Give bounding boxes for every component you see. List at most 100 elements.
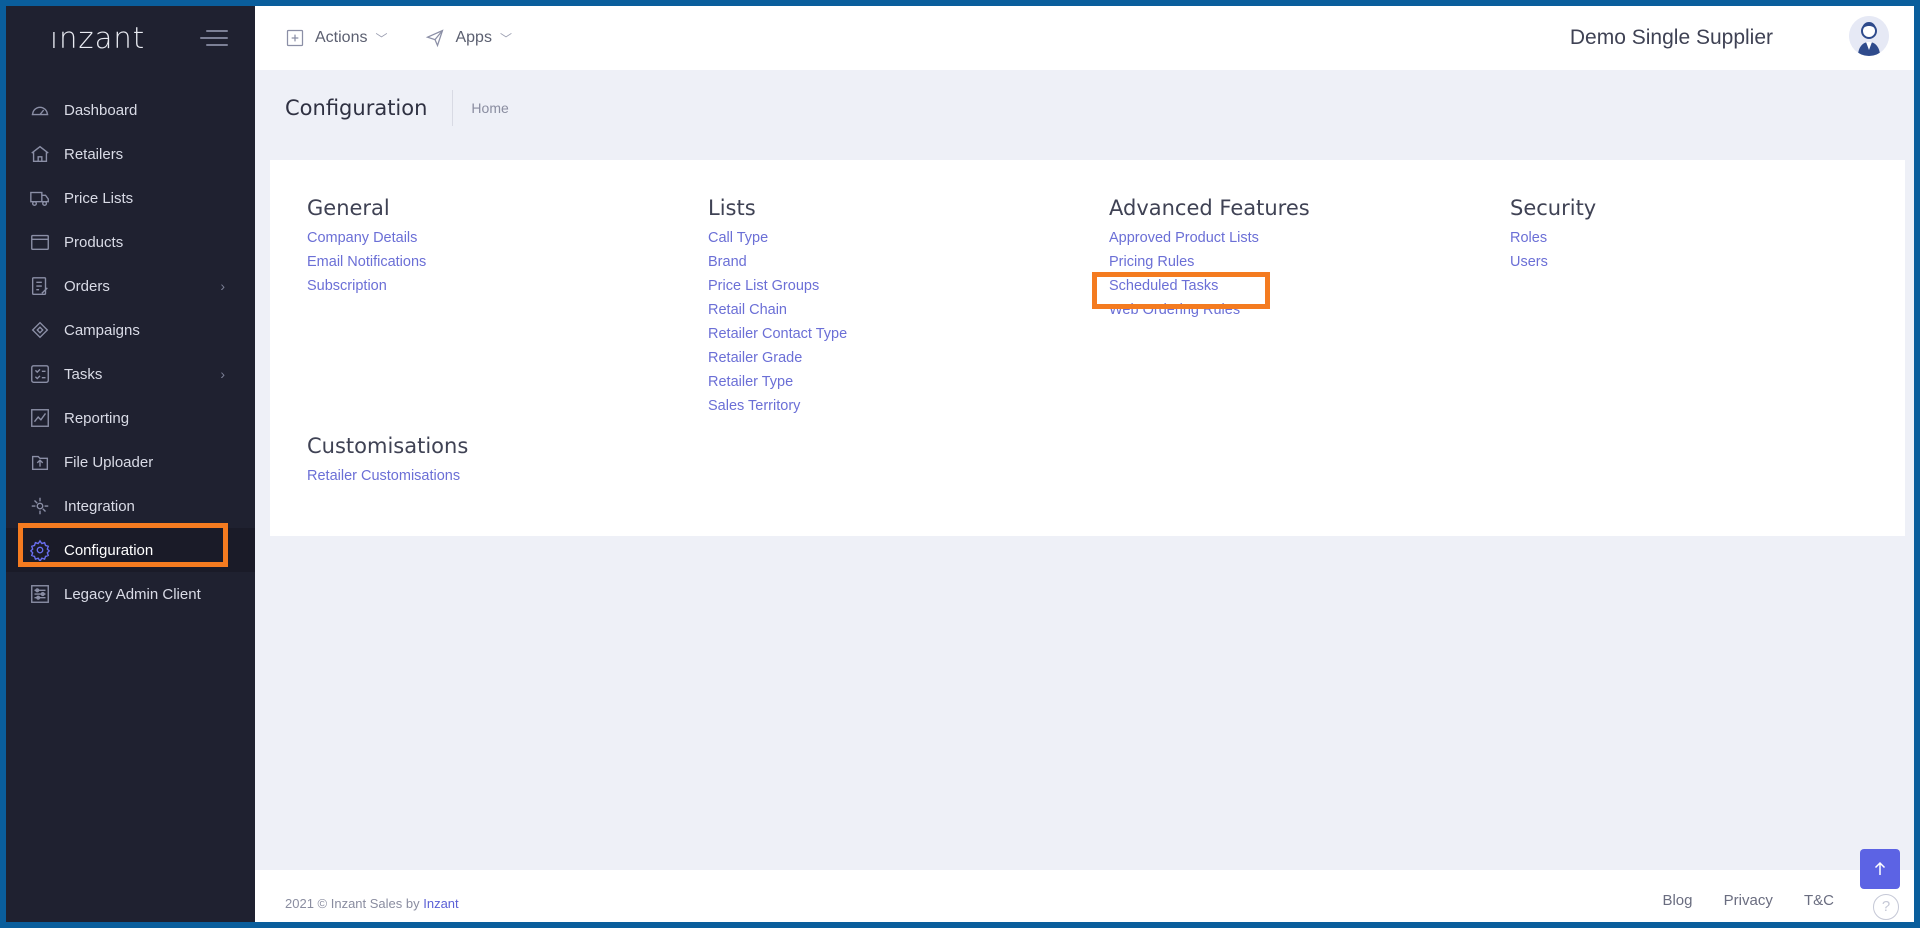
breadcrumb-home[interactable]: Home	[471, 100, 508, 116]
box-icon	[29, 231, 51, 253]
link-retailer-type[interactable]: Retailer Type	[708, 370, 847, 394]
logo-row: ınzant	[6, 6, 255, 70]
supplier-name: Demo Single Supplier	[1569, 26, 1773, 49]
subheader: Configuration Home	[255, 70, 1914, 146]
copyright: 2021 © Inzant Sales by Inzant	[285, 896, 459, 911]
section-title: General	[307, 196, 390, 220]
link-users[interactable]: Users	[1510, 250, 1596, 274]
link-web-ordering-rules[interactable]: Web Ordering Rules	[1109, 298, 1310, 322]
link-retailer-grade[interactable]: Retailer Grade	[708, 346, 847, 370]
dashboard-icon	[29, 99, 51, 121]
link-price-list-groups[interactable]: Price List Groups	[708, 274, 847, 298]
apps-label: Apps	[455, 29, 492, 46]
sidebar-item-label: Price Lists	[64, 189, 134, 207]
integration-icon	[29, 495, 51, 517]
sidebar-nav: Dashboard Retailers Price Lists Products…	[6, 88, 255, 616]
campaign-icon	[29, 319, 51, 341]
sidebar-item-label: Tasks	[64, 365, 103, 383]
sidebar-item-label: Campaigns	[64, 321, 140, 339]
sidebar-item-label: Integration	[64, 497, 135, 515]
link-retailer-contact-type[interactable]: Retailer Contact Type	[708, 322, 847, 346]
footer-link-terms[interactable]: T&C	[1804, 892, 1834, 909]
home-icon	[29, 143, 51, 165]
link-call-type[interactable]: Call Type	[708, 226, 847, 250]
sidebar-item-retailers[interactable]: Retailers	[6, 132, 255, 176]
configuration-card: General Company Details Email Notificati…	[270, 160, 1905, 536]
link-brand[interactable]: Brand	[708, 250, 847, 274]
company-link[interactable]: Inzant	[423, 896, 458, 911]
section-title: Advanced Features	[1109, 196, 1310, 220]
sidebar-item-label: Products	[64, 233, 124, 251]
sidebar-item-legacy-admin-client[interactable]: Legacy Admin Client	[6, 572, 255, 616]
sidebar-item-products[interactable]: Products	[6, 220, 255, 264]
sidebar-item-tasks[interactable]: Tasks ›	[6, 352, 255, 396]
upload-icon	[29, 451, 51, 473]
section-lists: Lists Call Type Brand Price List Groups …	[708, 196, 847, 418]
top-header: Actions ﹀ Apps ﹀ Demo Single Supplier	[255, 6, 1914, 70]
sidebar-item-label: Retailers	[64, 145, 124, 163]
help-icon[interactable]: ?	[1873, 894, 1899, 920]
section-customisations: Customisations Retailer Customisations	[307, 434, 468, 488]
sidebar-item-label: Legacy Admin Client	[64, 585, 201, 603]
sidebar-item-orders[interactable]: Orders ›	[6, 264, 255, 308]
sidebar-item-configuration[interactable]: Configuration	[6, 528, 255, 572]
sidebar: ınzant Dashboard Retailers Price Lists P…	[6, 6, 255, 922]
section-security: Security Roles Users	[1510, 196, 1596, 274]
link-company-details[interactable]: Company Details	[307, 226, 426, 250]
sidebar-item-price-lists[interactable]: Price Lists	[6, 176, 255, 220]
link-scheduled-tasks[interactable]: Scheduled Tasks	[1109, 274, 1310, 298]
tasks-icon	[29, 363, 51, 385]
chart-icon	[29, 407, 51, 429]
link-email-notifications[interactable]: Email Notifications	[307, 250, 426, 274]
footer-links: Blog Privacy T&C	[1635, 892, 1834, 909]
app-frame: ınzant Dashboard Retailers Price Lists P…	[6, 6, 1914, 922]
chevron-down-icon: ﹀	[499, 31, 512, 46]
section-title: Lists	[708, 196, 756, 220]
chevron-down-icon: ﹀	[375, 31, 388, 46]
sidebar-item-label: Orders	[64, 277, 110, 295]
chevron-right-icon: ›	[220, 366, 225, 382]
link-retailer-customisations[interactable]: Retailer Customisations	[307, 464, 468, 488]
link-pricing-rules[interactable]: Pricing Rules	[1109, 250, 1310, 274]
sidebar-item-campaigns[interactable]: Campaigns	[6, 308, 255, 352]
section-title: Security	[1510, 196, 1597, 220]
footer-link-privacy[interactable]: Privacy	[1724, 892, 1773, 909]
sidebar-item-label: Reporting	[64, 409, 130, 427]
apps-menu[interactable]: Apps ﹀	[425, 28, 512, 48]
scroll-top-button[interactable]	[1860, 849, 1900, 889]
truck-icon	[29, 187, 51, 209]
link-sales-territory[interactable]: Sales Territory	[708, 394, 847, 418]
actions-label: Actions	[315, 29, 368, 46]
section-title: Customisations	[307, 434, 469, 458]
footer-link-blog[interactable]: Blog	[1662, 892, 1692, 909]
sliders-icon	[29, 583, 51, 605]
link-subscription[interactable]: Subscription	[307, 274, 426, 298]
footer: 2021 © Inzant Sales by Inzant Blog Priva…	[255, 870, 1914, 922]
add-square-icon	[285, 28, 305, 48]
gear-icon	[29, 539, 51, 561]
divider	[452, 90, 454, 126]
user-avatar-icon	[1849, 16, 1889, 56]
orders-icon	[29, 275, 51, 297]
menu-toggle-icon[interactable]	[198, 28, 228, 48]
arrow-up-icon	[1874, 861, 1886, 875]
section-advanced-features: Advanced Features Approved Product Lists…	[1109, 196, 1310, 322]
sidebar-item-reporting[interactable]: Reporting	[6, 396, 255, 440]
copyright-text: 2021 © Inzant Sales by	[285, 896, 420, 911]
link-roles[interactable]: Roles	[1510, 226, 1596, 250]
chevron-right-icon: ›	[220, 278, 225, 294]
sidebar-item-integration[interactable]: Integration	[6, 484, 255, 528]
paper-plane-icon	[425, 28, 445, 48]
logo: ınzant	[50, 21, 146, 55]
sidebar-item-file-uploader[interactable]: File Uploader	[6, 440, 255, 484]
sidebar-item-dashboard[interactable]: Dashboard	[6, 88, 255, 132]
link-retail-chain[interactable]: Retail Chain	[708, 298, 847, 322]
sidebar-item-label: Dashboard	[64, 101, 138, 119]
section-general: General Company Details Email Notificati…	[307, 196, 426, 298]
sidebar-item-label: Configuration	[64, 541, 154, 559]
actions-menu[interactable]: Actions ﹀	[285, 28, 387, 48]
page-title: Configuration	[285, 96, 428, 120]
user-avatar[interactable]	[1849, 16, 1889, 56]
link-approved-product-lists[interactable]: Approved Product Lists	[1109, 226, 1310, 250]
sidebar-item-label: File Uploader	[64, 453, 154, 471]
